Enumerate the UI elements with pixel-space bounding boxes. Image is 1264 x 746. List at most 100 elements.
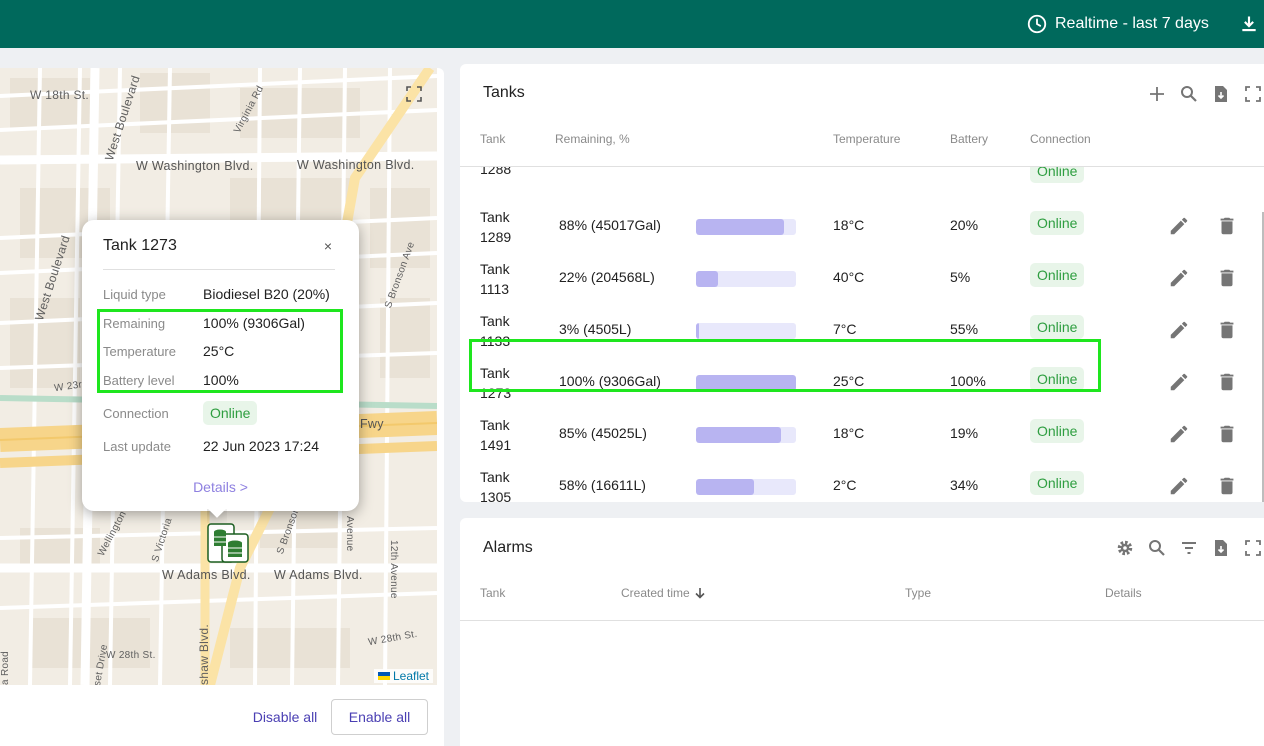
delete-button[interactable] bbox=[1216, 319, 1238, 341]
remaining-progress-bar bbox=[696, 479, 796, 495]
column-header[interactable]: Type bbox=[905, 586, 931, 600]
tank-popup: Tank 1273 × Liquid type Biodiesel B20 (2… bbox=[82, 220, 359, 511]
download-icon bbox=[1242, 16, 1256, 32]
popup-value: 22 Jun 2023 17:24 bbox=[203, 438, 319, 454]
remaining-progress-bar bbox=[696, 427, 796, 443]
column-header[interactable]: Details bbox=[1105, 586, 1142, 600]
delete-button[interactable] bbox=[1216, 371, 1238, 393]
remaining-value: 88% (45017Gal) bbox=[559, 217, 661, 233]
popup-key: Temperature bbox=[103, 343, 176, 359]
table-row[interactable]: 1288 Online bbox=[460, 167, 1264, 201]
column-header[interactable]: Battery bbox=[950, 132, 988, 146]
edit-button[interactable] bbox=[1168, 319, 1190, 341]
popup-key: Remaining bbox=[103, 315, 166, 331]
remaining-value: 3% (4505L) bbox=[559, 321, 632, 337]
fullscreen-icon[interactable] bbox=[406, 86, 422, 102]
map-street-label: Avenue bbox=[344, 516, 355, 552]
add-button[interactable] bbox=[1141, 84, 1173, 104]
leaflet-link[interactable]: Leaflet bbox=[393, 669, 429, 683]
popup-close-button[interactable]: × bbox=[319, 237, 337, 255]
column-header[interactable]: Temperature bbox=[833, 132, 900, 146]
popup-divider bbox=[103, 269, 335, 270]
delete-button[interactable] bbox=[1216, 423, 1238, 445]
tank-name: Tank 1289 bbox=[480, 209, 512, 245]
search-icon bbox=[1181, 86, 1197, 102]
plus-icon bbox=[1150, 87, 1164, 101]
table-row[interactable]: Tank 1273 100% (9306Gal) 25°C 100% Online bbox=[460, 357, 1264, 409]
tank-marker-icon[interactable] bbox=[207, 523, 251, 563]
enable-all-button[interactable]: Enable all bbox=[331, 699, 428, 735]
search-button[interactable] bbox=[1173, 84, 1205, 104]
trash-icon bbox=[1220, 477, 1234, 495]
connection-cell: Online bbox=[1030, 315, 1085, 339]
map-street-label: W Adams Blvd. bbox=[162, 568, 251, 582]
table-row[interactable]: Tank 1491 85% (45025L) 18°C 19% Online bbox=[460, 409, 1264, 461]
temperature-value: 2°C bbox=[833, 477, 857, 493]
tanks-actions bbox=[1141, 84, 1264, 104]
progress-fill bbox=[696, 323, 699, 339]
status-badge: Online bbox=[203, 401, 258, 425]
pencil-icon bbox=[1170, 321, 1188, 339]
popup-key: Liquid type bbox=[103, 286, 166, 302]
delete-button[interactable] bbox=[1216, 475, 1238, 497]
time-window-selector[interactable]: Realtime - last 7 days bbox=[1026, 11, 1209, 37]
column-header[interactable]: Remaining, % bbox=[555, 132, 630, 146]
table-row[interactable]: Tank 1305 58% (16611L) 2°C 34% Online bbox=[460, 461, 1264, 502]
remaining-progress-bar bbox=[696, 219, 796, 235]
fullscreen-button[interactable] bbox=[1237, 538, 1264, 558]
popup-row-liquid-type: Liquid type Biodiesel B20 (20%) bbox=[103, 284, 343, 304]
tanks-table-body: 1288 Online Tank 1289 88% (45017Gal) 18°C 2… bbox=[460, 167, 1264, 502]
battery-value: 100% bbox=[950, 373, 986, 389]
delete-button[interactable] bbox=[1216, 215, 1238, 237]
column-header-created-time[interactable]: Created time bbox=[621, 586, 706, 600]
remaining-progress-bar bbox=[696, 271, 796, 287]
battery-value: 5% bbox=[950, 269, 971, 285]
export-button[interactable] bbox=[1205, 538, 1237, 558]
fullscreen-button[interactable] bbox=[1237, 84, 1264, 104]
tank-name: Tank 1133 bbox=[480, 313, 511, 349]
column-header[interactable]: Tank bbox=[480, 586, 505, 600]
temperature-value: 18°C bbox=[833, 425, 865, 441]
pencil-icon bbox=[1170, 373, 1188, 391]
map-view[interactable]: W 18th St. West Boulevard Virginia Rd W … bbox=[0, 68, 437, 685]
search-button[interactable] bbox=[1141, 538, 1173, 558]
edit-button[interactable] bbox=[1168, 215, 1190, 237]
remaining-progress-bar bbox=[696, 375, 796, 391]
tank-name: Tank 1273 bbox=[480, 365, 512, 401]
file-export-icon bbox=[1215, 540, 1227, 556]
filter-button[interactable] bbox=[1173, 538, 1205, 558]
temperature-value: 40°C bbox=[833, 269, 865, 285]
column-header[interactable]: Tank bbox=[480, 132, 505, 146]
fullscreen-icon bbox=[1245, 86, 1261, 102]
settings-button[interactable] bbox=[1109, 538, 1141, 558]
map-street-label: 12th Avenue bbox=[388, 540, 399, 599]
status-badge: Online bbox=[1030, 471, 1085, 495]
disable-all-button[interactable]: Disable all bbox=[242, 699, 328, 735]
download-button[interactable] bbox=[1236, 11, 1262, 37]
edit-button[interactable] bbox=[1168, 371, 1190, 393]
popup-row-remaining: Remaining 100% (9306Gal) bbox=[103, 313, 343, 333]
status-badge: Online bbox=[1030, 263, 1085, 287]
battery-value: 55% bbox=[950, 321, 979, 337]
column-header-label: Created time bbox=[621, 586, 690, 600]
gear-icon bbox=[1117, 540, 1133, 556]
file-export-icon bbox=[1215, 86, 1227, 102]
edit-button[interactable] bbox=[1168, 475, 1190, 497]
search-icon bbox=[1149, 540, 1165, 556]
tanks-title: Tanks bbox=[483, 84, 525, 101]
edit-button[interactable] bbox=[1168, 267, 1190, 289]
edit-button[interactable] bbox=[1168, 423, 1190, 445]
connection-cell: Online bbox=[1030, 263, 1085, 287]
column-header[interactable]: Connection bbox=[1030, 132, 1091, 146]
popup-value: 100% (9306Gal) bbox=[203, 315, 305, 331]
map-street-label: a Road bbox=[0, 650, 11, 685]
export-button[interactable] bbox=[1205, 84, 1237, 104]
table-row[interactable]: Tank 1113 22% (204568L) 40°C 5% Online bbox=[460, 253, 1264, 305]
delete-button[interactable] bbox=[1216, 267, 1238, 289]
table-row[interactable]: Tank 1289 88% (45017Gal) 18°C 20% Online bbox=[460, 201, 1264, 253]
table-row[interactable]: Tank 1133 3% (4505L) 7°C 55% Online bbox=[460, 305, 1264, 357]
popup-key: Last update bbox=[103, 438, 171, 454]
details-link[interactable]: Details > bbox=[82, 479, 359, 495]
leaflet-attribution[interactable]: Leaflet bbox=[373, 669, 433, 683]
popup-title: Tank 1273 bbox=[103, 237, 177, 254]
